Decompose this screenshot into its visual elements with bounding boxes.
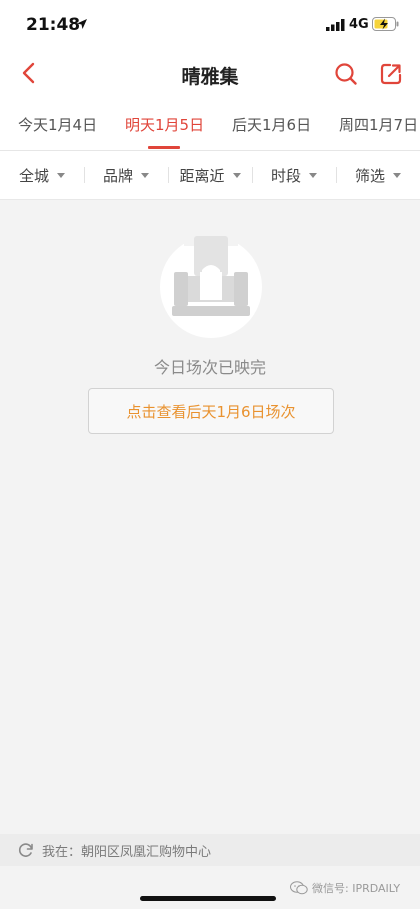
location-arrow-icon: [77, 19, 87, 29]
wechat-icon: [290, 881, 308, 895]
refresh-icon[interactable]: [18, 842, 34, 858]
caret-down-icon: [393, 172, 401, 178]
current-location: 我在：朝阳区凤凰汇购物中心: [42, 845, 212, 860]
tab-day-after[interactable]: 后天1月6日: [232, 114, 311, 135]
filter-distance-label: 距离近: [179, 166, 225, 185]
filter-brand[interactable]: 品牌: [84, 151, 168, 199]
empty-cinema-icon: [160, 236, 262, 338]
caret-down-icon: [57, 172, 65, 178]
battery-charging-icon: [372, 17, 399, 31]
tab-tomorrow[interactable]: 明天1月5日: [125, 114, 204, 135]
filter-more[interactable]: 筛选: [336, 151, 420, 199]
nav-bar: 晴雅集: [0, 50, 420, 98]
filter-more-label: 筛选: [354, 166, 385, 185]
watermark-text: 微信号: IPRDAILY: [312, 882, 401, 895]
status-bar: 21:48 4G: [0, 0, 420, 50]
filter-time-slot-label: 时段: [270, 166, 301, 185]
filter-city-label: 全城: [18, 166, 49, 185]
location-bar: 我在：朝阳区凤凰汇购物中心: [0, 834, 420, 866]
view-next-day-button[interactable]: 点击查看后天1月6日场次: [88, 388, 334, 434]
date-tabs: 今天1月4日 明天1月5日 后天1月6日 周四1月7日: [0, 98, 420, 151]
empty-message: 今日场次已映完: [153, 358, 266, 377]
active-tab-indicator: [148, 146, 180, 149]
share-icon[interactable]: [379, 62, 403, 86]
caret-down-icon: [309, 172, 317, 178]
tab-thursday[interactable]: 周四1月7日: [339, 114, 418, 135]
search-icon[interactable]: [334, 62, 358, 86]
caret-down-icon: [141, 172, 149, 178]
status-time: 21:48: [26, 15, 81, 35]
filter-bar: 全城 品牌 距离近 时段 筛选: [0, 151, 420, 200]
home-indicator[interactable]: [140, 896, 276, 901]
cellular-signal-icon: [326, 19, 345, 31]
watermark: 微信号: IPRDAILY: [290, 880, 400, 896]
filter-time-slot[interactable]: 时段: [252, 151, 336, 199]
tab-today[interactable]: 今天1月4日: [18, 114, 97, 135]
network-type: 4G: [349, 17, 369, 32]
caret-down-icon: [232, 172, 241, 178]
filter-distance[interactable]: 距离近: [168, 151, 252, 199]
filter-brand-label: 品牌: [102, 166, 133, 185]
filter-city[interactable]: 全城: [0, 151, 84, 199]
